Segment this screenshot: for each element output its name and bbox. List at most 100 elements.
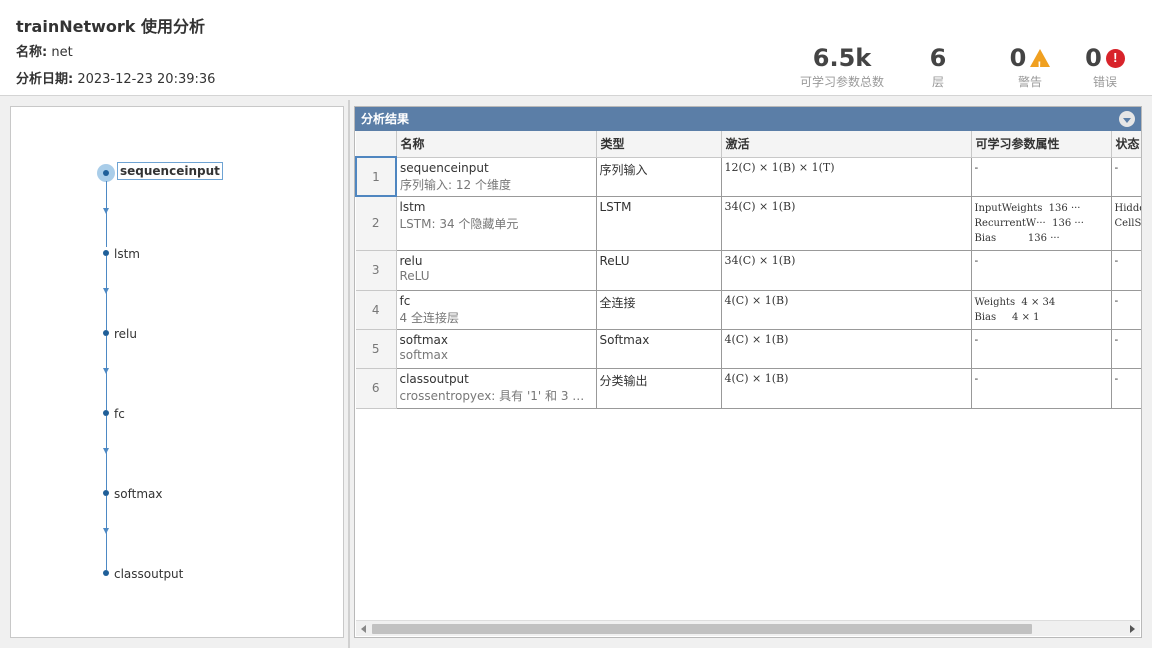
graph-arrow xyxy=(103,208,109,214)
table-row[interactable]: 2 lstm LSTM: 34 个隐藏单元 LSTM 34(C) × 1(B) I… xyxy=(356,196,1142,251)
layers-value: 6 xyxy=(929,44,947,72)
graph-node-classoutput[interactable] xyxy=(103,570,109,576)
column-header-states[interactable]: 状态 xyxy=(1111,131,1141,158)
layer-states: - xyxy=(1111,290,1141,330)
layer-name: softmax xyxy=(399,332,448,347)
name-label: 名称: xyxy=(16,45,48,60)
page-title: trainNetwork 使用分析 xyxy=(16,17,205,36)
scroll-left-icon[interactable] xyxy=(361,625,366,633)
layer-learnables: Weights 4 × 34 Bias 4 × 1 xyxy=(971,290,1112,330)
learnable-entry: InputWeights 136 ··· xyxy=(974,202,1081,214)
layer-type: 全连接 xyxy=(596,290,722,330)
graph-label-lstm[interactable]: lstm xyxy=(114,247,140,261)
table-row[interactable]: 3 relu ReLU ReLU 34(C) × 1(B) - - xyxy=(356,250,1141,291)
layer-description: LSTM: 34 个隐藏单元 xyxy=(399,216,519,231)
layer-activations: 12(C) × 1(B) × 1(T) xyxy=(721,157,972,197)
layer-description: 序列输入: 12 个维度 xyxy=(400,177,511,192)
layer-description: ReLU xyxy=(399,268,430,283)
scroll-right-icon[interactable] xyxy=(1130,625,1135,633)
graph-label-relu[interactable]: relu xyxy=(114,327,137,341)
layer-type: ReLU xyxy=(596,250,722,291)
layer-name-cell: classoutput crossentropyex: 具有 '1' 和 3 个其… xyxy=(396,368,597,409)
table-row[interactable]: 1 sequenceinput 序列输入: 12 个维度 序列输入 12(C) ×… xyxy=(355,156,1141,197)
table-row[interactable]: 5 softmax softmax Softmax 4(C) × 1(B) - - xyxy=(356,329,1141,369)
layer-description: softmax xyxy=(399,347,448,362)
panel-splitter[interactable] xyxy=(348,100,350,648)
graph-label-sequenceinput[interactable]: sequenceinput xyxy=(117,162,223,180)
layer-name: fc xyxy=(399,293,411,308)
layer-activations: 4(C) × 1(B) xyxy=(721,329,972,369)
graph-label-fc[interactable]: fc xyxy=(114,407,125,421)
layer-states: Hidde CellS xyxy=(1111,196,1142,251)
total-learnables-stat: 6.5k 可学习参数总数 xyxy=(796,44,888,90)
layer-activations: 34(C) × 1(B) xyxy=(721,196,972,251)
layer-name: relu xyxy=(399,253,423,268)
row-index: 4 xyxy=(356,290,397,330)
analysis-header: trainNetwork 使用分析 名称: net 分析日期: 2023-12-… xyxy=(0,0,1152,96)
column-header-activations[interactable]: 激活 xyxy=(721,131,972,158)
analysis-results-panel: 分析结果 名称 类型 激活 可学习参数属性 状态 1 sequenceinput… xyxy=(354,106,1142,638)
layer-name: classoutput xyxy=(399,371,469,386)
row-index: 3 xyxy=(356,250,397,291)
table-row[interactable]: 6 classoutput crossentropyex: 具有 '1' 和 3 … xyxy=(356,368,1141,409)
graph-arrow xyxy=(103,448,109,454)
graph-edge xyxy=(106,181,107,247)
column-header-name[interactable]: 名称 xyxy=(396,131,597,158)
layer-name: lstm xyxy=(399,199,426,214)
warnings-value: 0 xyxy=(1009,44,1027,72)
name-value: net xyxy=(51,45,73,60)
results-panel-title: 分析结果 xyxy=(361,112,410,126)
layer-states: - xyxy=(1111,250,1141,291)
layer-activations: 34(C) × 1(B) xyxy=(721,250,972,291)
column-header-learnables[interactable]: 可学习参数属性 xyxy=(971,131,1112,158)
layer-description: crossentropyex: 具有 '1' 和 3 个其... xyxy=(399,388,593,403)
layer-description: 4 全连接层 xyxy=(399,310,459,325)
layer-learnables: - xyxy=(971,250,1112,291)
network-name: 名称: net xyxy=(16,41,73,60)
layer-name: sequenceinput xyxy=(400,160,489,175)
collapse-panel-button[interactable] xyxy=(1119,111,1135,127)
graph-label-classoutput[interactable]: classoutput xyxy=(114,567,183,581)
layer-activations: 4(C) × 1(B) xyxy=(721,290,972,330)
layer-name-cell: fc 4 全连接层 xyxy=(396,290,597,330)
graph-arrow xyxy=(103,288,109,294)
date-value: 2023-12-23 20:39:36 xyxy=(77,72,216,87)
warnings-stat[interactable]: 0 警告 xyxy=(1004,44,1056,90)
learnable-entry: Weights 4 × 34 xyxy=(974,296,1056,308)
results-table: 名称 类型 激活 可学习参数属性 状态 1 sequenceinput 序列输入:… xyxy=(355,131,1142,409)
layer-learnables: - xyxy=(971,329,1112,369)
table-row[interactable]: 4 fc 4 全连接层 全连接 4(C) × 1(B) Weights 4 × 3… xyxy=(356,290,1141,330)
state-entry: Hidde xyxy=(1114,202,1142,214)
row-index: 2 xyxy=(356,196,397,251)
layer-states: - xyxy=(1111,329,1141,369)
layer-name-cell: softmax softmax xyxy=(396,329,597,369)
analysis-date: 分析日期: 2023-12-23 20:39:36 xyxy=(16,68,215,87)
warning-icon xyxy=(1030,49,1051,80)
layer-type: Softmax xyxy=(596,329,722,369)
errors-value: 0 xyxy=(1085,44,1102,72)
horizontal-scrollbar[interactable] xyxy=(356,620,1140,636)
graph-arrow xyxy=(103,368,109,374)
error-icon: ! xyxy=(1105,48,1125,68)
scrollbar-thumb[interactable] xyxy=(372,624,1032,634)
errors-stat[interactable]: 0 ! 错误 xyxy=(1080,44,1130,90)
row-index: 6 xyxy=(356,368,397,409)
layer-learnables: - xyxy=(971,368,1112,409)
graph-node-sequenceinput[interactable] xyxy=(103,170,109,176)
layer-states: - xyxy=(1111,368,1141,409)
learnable-entry: Bias 4 × 1 xyxy=(974,311,1040,323)
graph-label-softmax[interactable]: softmax xyxy=(114,487,162,501)
network-graph-panel[interactable]: sequenceinput lstm relu fc softmax class… xyxy=(10,106,344,638)
layer-type: 分类输出 xyxy=(596,368,722,409)
layer-states: - xyxy=(1111,157,1141,197)
state-entry: CellS xyxy=(1114,217,1142,229)
column-header-type[interactable]: 类型 xyxy=(596,131,722,158)
column-header-index xyxy=(356,131,397,158)
layers-label: 层 xyxy=(931,75,944,89)
row-index: 1 xyxy=(355,156,397,197)
layer-name-cell: sequenceinput 序列输入: 12 个维度 xyxy=(396,157,597,197)
layer-learnables: - xyxy=(971,157,1112,197)
layer-name-cell: relu ReLU xyxy=(396,250,597,291)
learnable-entry: RecurrentW··· 136 ··· xyxy=(974,217,1084,229)
row-index: 5 xyxy=(356,329,397,369)
